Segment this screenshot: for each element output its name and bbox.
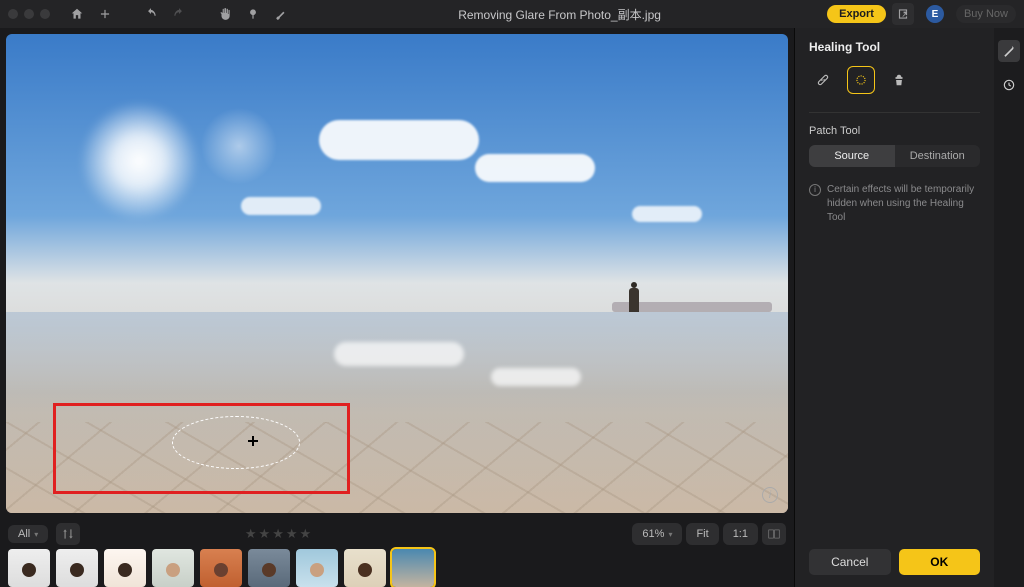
cloud: [632, 206, 702, 222]
thumbnail[interactable]: [8, 549, 50, 587]
add-icon[interactable]: [94, 3, 116, 25]
thumbnail[interactable]: [104, 549, 146, 587]
star-icon[interactable]: ★: [272, 526, 284, 542]
divider: [809, 112, 980, 113]
cancel-button[interactable]: Cancel: [809, 549, 891, 575]
tree-tool-icon[interactable]: [242, 3, 264, 25]
redo-icon[interactable]: [168, 3, 190, 25]
fit-button[interactable]: Fit: [686, 523, 718, 545]
sidebar-title: Healing Tool: [809, 40, 980, 54]
buy-now-button[interactable]: Buy Now: [956, 5, 1016, 23]
clone-stamp-icon[interactable]: [885, 66, 913, 94]
thumbnail[interactable]: [296, 549, 338, 587]
maximize-window-icon[interactable]: [40, 9, 50, 19]
sun-glare: [69, 91, 209, 231]
canvas[interactable]: i: [6, 34, 788, 513]
crosshair-cursor-icon: [248, 436, 258, 446]
export-button[interactable]: Export: [827, 5, 886, 23]
rating-stars[interactable]: ★ ★ ★ ★ ★: [245, 526, 311, 542]
undo-icon[interactable]: [140, 3, 162, 25]
cloud: [319, 120, 479, 160]
thumbnail[interactable]: [200, 549, 242, 587]
thumbnail[interactable]: [344, 549, 386, 587]
chevron-down-icon: ▾: [34, 530, 38, 539]
ok-button[interactable]: OK: [899, 549, 981, 575]
document-title: Removing Glare From Photo_副本.jpg: [298, 6, 821, 23]
star-icon[interactable]: ★: [286, 526, 298, 542]
sidebar-footer: Cancel OK: [809, 537, 980, 575]
close-window-icon[interactable]: [8, 9, 18, 19]
filter-label: All: [18, 528, 30, 540]
thumbnail[interactable]: [56, 549, 98, 587]
window-controls[interactable]: [8, 9, 50, 19]
history-tab-icon[interactable]: [998, 74, 1020, 96]
brush-tool-icon[interactable]: [270, 3, 292, 25]
zoom-dropdown[interactable]: 61% ▾: [632, 523, 682, 545]
lens-flare: [194, 101, 284, 191]
share-icon[interactable]: [892, 3, 914, 25]
patch-selection-marquee[interactable]: [172, 416, 300, 469]
compare-view-icon[interactable]: [762, 523, 786, 545]
info-icon: i: [809, 184, 821, 196]
chevron-down-icon: ▾: [668, 530, 672, 539]
cloud: [241, 197, 321, 215]
star-icon[interactable]: ★: [245, 526, 257, 542]
star-icon[interactable]: ★: [259, 526, 271, 542]
filter-dropdown[interactable]: All ▾: [8, 525, 48, 543]
thumbnail-selected[interactable]: [392, 549, 434, 587]
star-icon[interactable]: ★: [300, 526, 312, 542]
patch-mode-segment: Source Destination: [809, 145, 980, 167]
profile-avatar[interactable]: E: [926, 5, 944, 23]
bandage-tool-icon[interactable]: [809, 66, 837, 94]
vertical-tool-tabs: [994, 28, 1024, 587]
home-icon[interactable]: [66, 3, 88, 25]
info-icon[interactable]: i: [762, 487, 778, 503]
minimize-window-icon[interactable]: [24, 9, 34, 19]
hand-tool-icon[interactable]: [214, 3, 236, 25]
bottom-bar: All ▾ ★ ★ ★ ★ ★ 61% ▾: [0, 519, 794, 587]
patch-tool-icon[interactable]: [847, 66, 875, 94]
sort-toggle-icon[interactable]: [56, 523, 80, 545]
actual-size-button[interactable]: 1:1: [723, 523, 758, 545]
right-sidebar: Healing Tool Patch Tool Source Destinati…: [794, 28, 994, 587]
healing-tool-mode-row: [809, 66, 980, 94]
segment-source[interactable]: Source: [809, 145, 895, 167]
thumbnail-strip: [8, 549, 786, 587]
cloud: [475, 154, 595, 182]
patch-tool-label: Patch Tool: [809, 125, 980, 137]
segment-destination[interactable]: Destination: [895, 145, 981, 167]
adjust-tab-icon[interactable]: [998, 40, 1020, 62]
highlight-annotation-box: [53, 403, 350, 494]
zoom-value: 61%: [642, 528, 664, 540]
thumbnail[interactable]: [152, 549, 194, 587]
thumbnail[interactable]: [248, 549, 290, 587]
healing-note: i Certain effects will be temporarily hi…: [809, 183, 980, 225]
top-toolbar: Removing Glare From Photo_副本.jpg Export …: [0, 0, 1024, 28]
healing-note-text: Certain effects will be temporarily hidd…: [827, 183, 980, 225]
